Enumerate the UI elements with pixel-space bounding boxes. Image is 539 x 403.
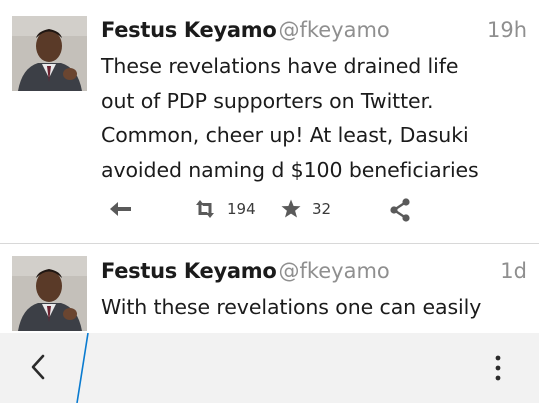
- avatar-portrait-icon: [12, 256, 87, 331]
- more-vertical-icon: [495, 355, 501, 381]
- retweet-button[interactable]: [192, 198, 218, 224]
- tweet-text-line: These revelations have drained life: [101, 54, 459, 78]
- tweet-text-line: With these revelations one can easily: [101, 295, 482, 319]
- share-icon: [390, 198, 410, 222]
- reply-icon: [110, 202, 131, 216]
- avatar[interactable]: [12, 16, 87, 91]
- tweet-text-line: Common, cheer up! At least, Dasuki: [101, 123, 469, 147]
- tweet-divider: [0, 243, 539, 244]
- favorite-count: 32: [312, 200, 332, 218]
- tweet[interactable]: Festus Keyamo@fkeyamo 1d With these reve…: [0, 245, 539, 333]
- author-handle[interactable]: @fkeyamo: [278, 18, 389, 42]
- share-button[interactable]: [388, 197, 412, 227]
- favorite-button[interactable]: [280, 198, 302, 224]
- bottom-action-bar: [0, 333, 539, 403]
- reply-button[interactable]: [108, 199, 134, 225]
- action-bar-separator: [76, 333, 89, 403]
- tweet-text-line: avoided naming d $100 beneficiaries: [101, 157, 479, 182]
- chevron-left-icon: [31, 354, 45, 380]
- timestamp: 19h: [486, 18, 527, 42]
- tweet-text: These revelations have drained life out …: [101, 49, 529, 187]
- retweet-icon: [196, 200, 214, 218]
- author-name[interactable]: Festus Keyamo: [101, 259, 277, 283]
- tweet-actions: 194 32: [101, 195, 431, 229]
- avatar[interactable]: [12, 256, 87, 331]
- timestamp: 1d: [500, 259, 527, 283]
- author-handle[interactable]: @fkeyamo: [278, 259, 389, 283]
- tweet-text-line: out of PDP supporters on Twitter.: [101, 88, 434, 113]
- tweet-text: With these revelations one can easily: [101, 290, 529, 325]
- more-button[interactable]: [490, 353, 506, 387]
- star-icon: [281, 199, 301, 218]
- tweet[interactable]: Festus Keyamo@fkeyamo 19h These revelati…: [0, 0, 539, 244]
- avatar-portrait-icon: [12, 16, 87, 91]
- tweet-header: Festus Keyamo@fkeyamo 19h: [101, 18, 527, 48]
- author-name[interactable]: Festus Keyamo: [101, 18, 277, 42]
- back-button[interactable]: [28, 352, 48, 386]
- tweet-header: Festus Keyamo@fkeyamo 1d: [101, 259, 527, 289]
- retweet-count: 194: [227, 200, 256, 218]
